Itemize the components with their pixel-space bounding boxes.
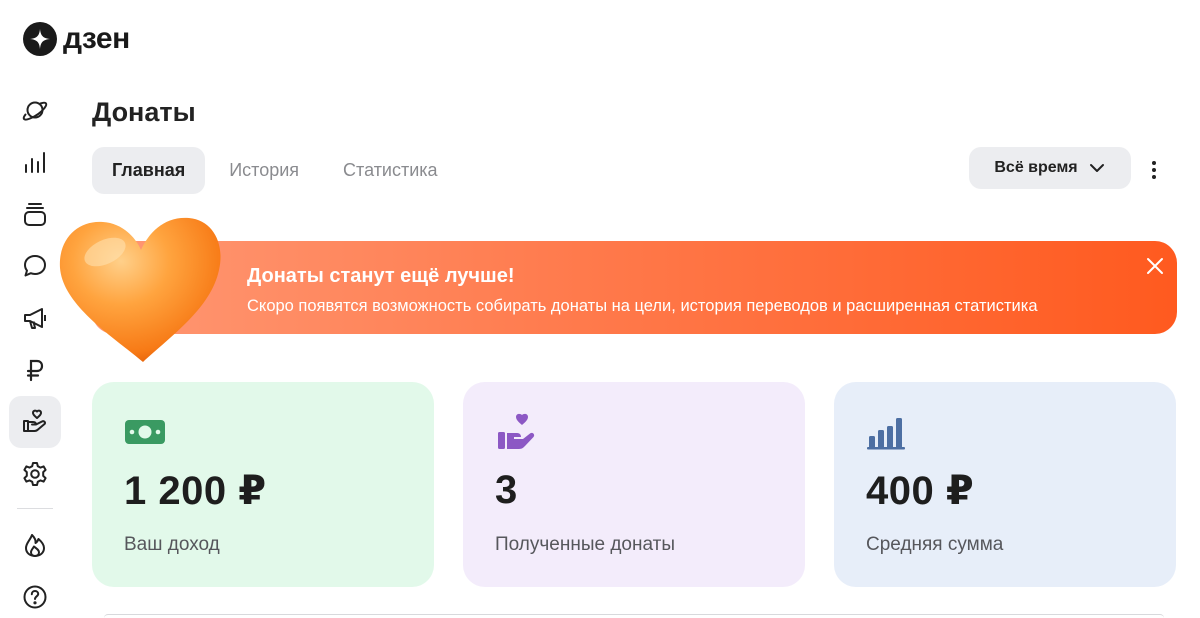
average-amount-card: 400 ₽ Средняя сумма xyxy=(834,382,1176,587)
sidebar-item-publications[interactable] xyxy=(9,188,61,240)
logo-text: дзен xyxy=(63,22,130,55)
more-dot xyxy=(1152,175,1156,179)
sidebar-item-monetization[interactable] xyxy=(9,344,61,396)
dzen-star-icon xyxy=(23,22,57,56)
planet-icon xyxy=(22,101,48,121)
tab-statistics[interactable]: Статистика xyxy=(323,147,458,194)
more-dot xyxy=(1152,161,1156,165)
chevron-down-icon xyxy=(1089,164,1104,172)
money-icon xyxy=(125,420,165,444)
sidebar-item-settings[interactable] xyxy=(9,448,61,500)
average-amount-value: 400 ₽ xyxy=(866,469,975,513)
next-section-edge xyxy=(104,614,1164,618)
donations-count-card: 3 Полученные донаты xyxy=(463,382,805,587)
period-selected-value: Всё время xyxy=(994,159,1078,176)
sidebar-item-trends[interactable] xyxy=(9,519,61,571)
tab-history[interactable]: История xyxy=(209,147,319,194)
stats-cards: 1 200 ₽ Ваш доход 3 Полученные донаты 40… xyxy=(92,382,1176,587)
more-options-button[interactable] xyxy=(1140,154,1168,186)
close-icon[interactable] xyxy=(1144,255,1166,277)
page-title: Донаты xyxy=(92,97,196,127)
announcement-banner: Донаты станут ещё лучше! Скоро появятся … xyxy=(92,241,1177,334)
sidebar-item-planet[interactable] xyxy=(9,84,61,136)
hand-heart-icon xyxy=(498,413,535,449)
sidebar-item-promotion[interactable] xyxy=(9,292,61,344)
stack-icon xyxy=(24,203,46,226)
bar-chart-icon xyxy=(25,152,45,173)
sidebar-item-help[interactable] xyxy=(9,571,61,618)
ruble-icon xyxy=(26,359,44,382)
banner-text: Скоро появятся возможность собирать дона… xyxy=(247,297,1038,315)
income-card: 1 200 ₽ Ваш доход xyxy=(92,382,434,587)
average-amount-label: Средняя сумма xyxy=(866,534,1004,555)
sidebar-divider xyxy=(17,508,53,509)
donate-hand-heart-icon xyxy=(23,409,47,432)
help-icon xyxy=(23,585,47,609)
bar-chart-icon xyxy=(867,418,905,450)
period-dropdown[interactable]: Всё время xyxy=(969,147,1131,189)
sidebar xyxy=(9,84,61,618)
donations-count-label: Полученные донаты xyxy=(495,534,675,555)
donations-count-value: 3 xyxy=(495,468,518,512)
tabs: Главная История Статистика xyxy=(92,147,458,194)
fire-icon xyxy=(25,534,45,557)
tab-main[interactable]: Главная xyxy=(92,147,206,194)
banner-title: Донаты станут ещё лучше! xyxy=(247,265,515,287)
chat-icon xyxy=(24,255,46,277)
sidebar-item-donations[interactable] xyxy=(9,396,61,448)
sidebar-item-statistics[interactable] xyxy=(9,136,61,188)
dzen-logo[interactable]: дзен xyxy=(23,22,130,56)
more-dot xyxy=(1152,168,1156,172)
sidebar-item-comments[interactable] xyxy=(9,240,61,292)
gear-icon xyxy=(23,462,47,486)
income-label: Ваш доход xyxy=(124,534,220,555)
megaphone-icon xyxy=(24,308,46,329)
heart-illustration xyxy=(59,217,221,362)
income-value: 1 200 ₽ xyxy=(124,469,267,513)
